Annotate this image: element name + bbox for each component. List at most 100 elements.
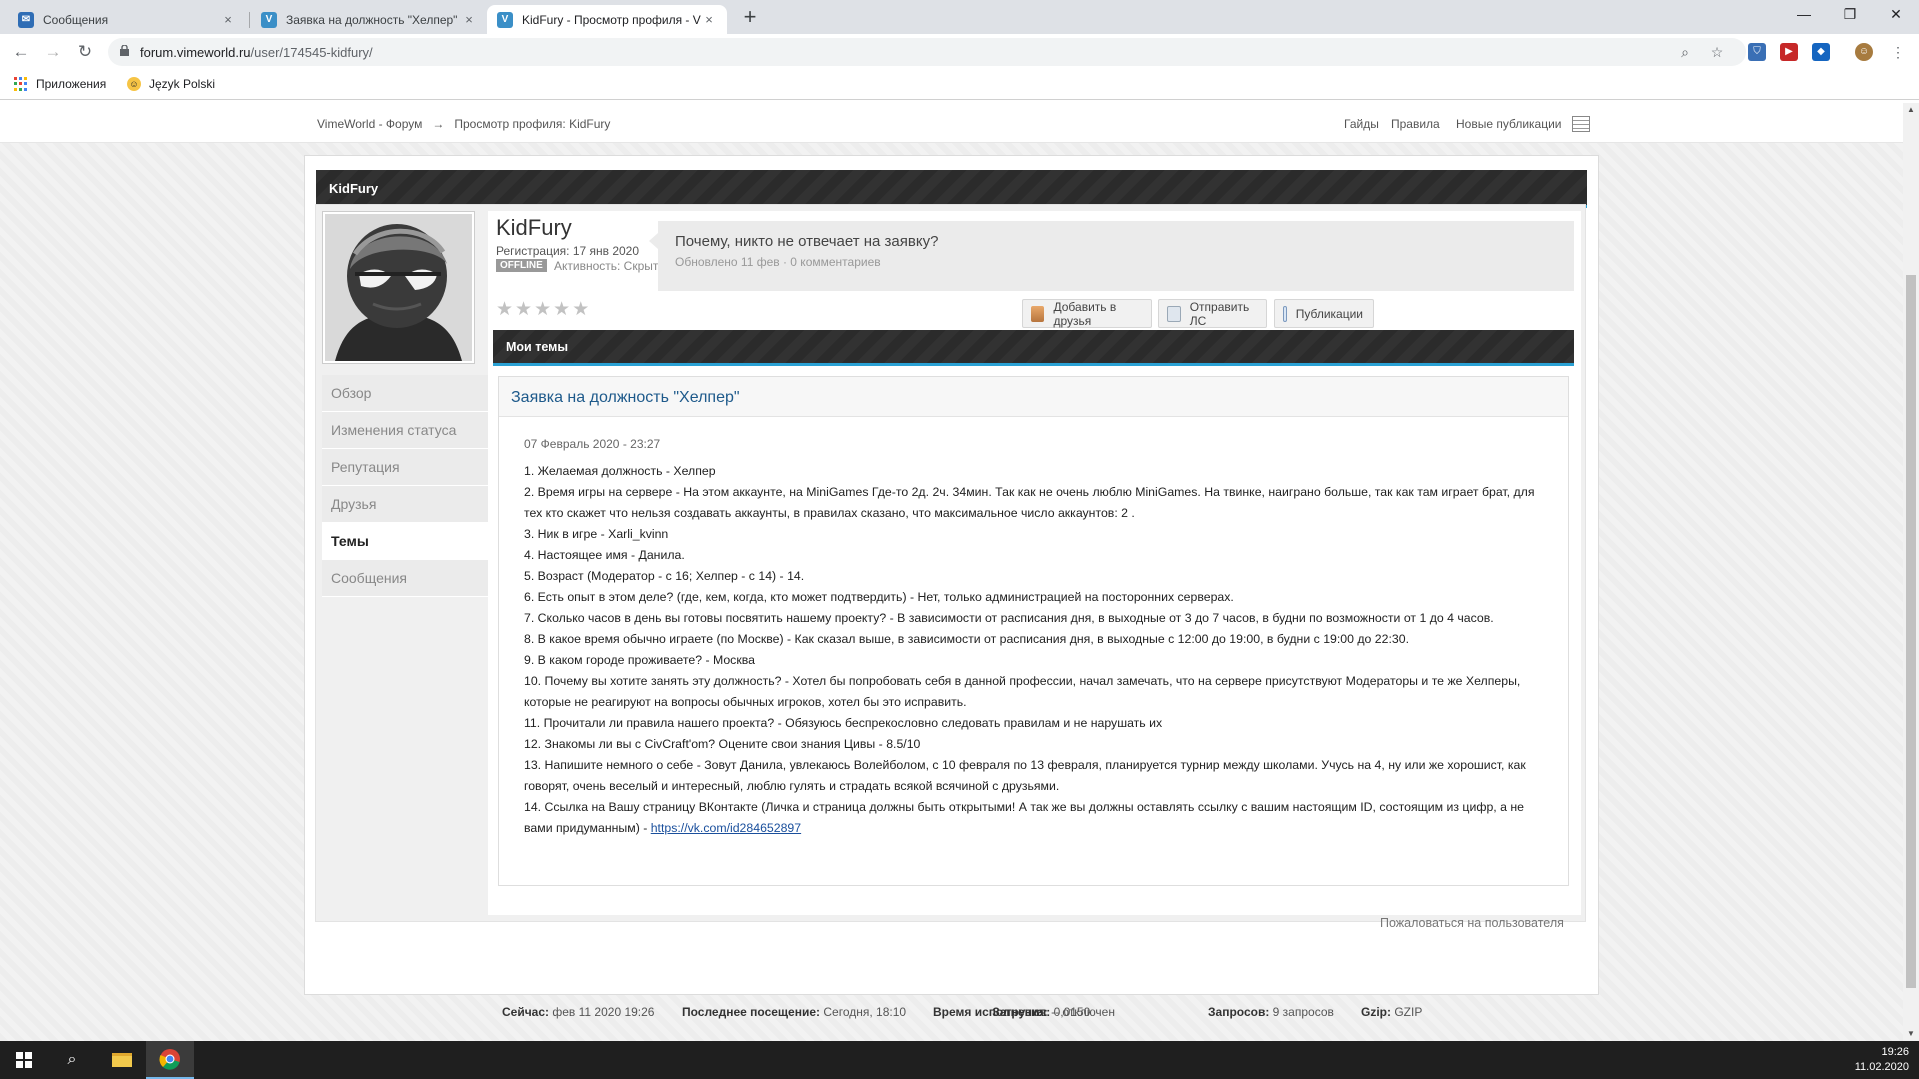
menu-dots-icon[interactable]: ⋮ <box>1886 40 1910 64</box>
post-line: 2. Время игры на сервере - На этом аккау… <box>524 485 1535 520</box>
bookmark-label: Język Polski <box>149 77 216 91</box>
post-line: 10. Почему вы хотите занять эту должност… <box>524 674 1521 709</box>
bookmark-polish[interactable]: ☺ Język Polski <box>127 77 215 91</box>
tab-strip: ✉ Сообщения × V Заявка на должность "Хел… <box>0 0 1919 34</box>
vk-profile-link[interactable]: https://vk.com/id284652897 <box>651 821 801 835</box>
post-line: 11. Прочитали ли правила нашего проекта?… <box>524 716 1163 730</box>
chat-icon: ✉ <box>18 11 34 28</box>
add-friend-button[interactable]: Добавить в друзья <box>1022 299 1152 328</box>
avatar <box>322 211 475 364</box>
tab-separator <box>249 12 250 28</box>
maximize-icon[interactable]: ❐ <box>1827 0 1873 30</box>
rating-stars[interactable]: ★ ★ ★ ★ ★ <box>496 300 589 319</box>
star-icon[interactable]: ★ <box>534 300 551 319</box>
profile-box: Обзор Изменения статуса Репутация Друзья… <box>315 204 1586 922</box>
star-icon[interactable]: ★ <box>515 300 532 319</box>
sidenav-item-reputation[interactable]: Репутация <box>322 449 488 486</box>
back-arrow-icon[interactable]: ← <box>9 40 33 64</box>
post-line: 13. Напишите немного о себе - Зовут Дани… <box>524 758 1526 793</box>
close-window-icon[interactable]: ✕ <box>1873 0 1919 30</box>
nav-link-guides[interactable]: Гайды <box>1344 117 1379 131</box>
close-icon[interactable]: × <box>701 12 717 27</box>
footer-load: Загрузка: -- отключен <box>925 1005 1115 1019</box>
post-title[interactable]: Заявка на должность "Хелпер" <box>511 389 740 407</box>
add-user-icon <box>1031 305 1045 322</box>
extension-icon[interactable]: ◆ <box>1812 43 1830 61</box>
address-bar[interactable]: forum.vimeworld.ru/user/174545-kidfury/ … <box>108 38 1746 66</box>
status-text[interactable]: Почему, никто не отвечает на заявку? <box>675 233 938 250</box>
system-clock[interactable]: 19:26 11.02.2020 <box>1855 1045 1909 1075</box>
post-line: 8. В какое время обычно играете (по Моск… <box>524 632 1409 646</box>
extension-icon[interactable]: ▶ <box>1780 43 1798 61</box>
post-title-bar: Заявка на должность "Хелпер" <box>499 377 1568 417</box>
report-user-link[interactable]: Пожаловаться на пользователя <box>1380 916 1564 930</box>
button-label: Публикации <box>1295 306 1363 321</box>
stat-value: GZIP <box>1394 1005 1423 1019</box>
stat-value: 9 запросов <box>1272 1005 1334 1019</box>
profile-header: KidFury <box>316 170 1587 208</box>
tab-application[interactable]: V Заявка на должность "Хелпер" × <box>251 5 487 34</box>
emoji-icon: ☺ <box>127 77 141 91</box>
new-tab-button[interactable]: + <box>737 5 763 31</box>
stat-value: -- отключен <box>1051 1005 1115 1019</box>
my-topics-header: Мои темы <box>493 330 1574 366</box>
scroll-down-icon[interactable]: ▼ <box>1903 1027 1919 1041</box>
button-label: Отправить ЛС <box>1189 299 1250 328</box>
view-menu-icon[interactable] <box>1572 116 1590 132</box>
stat-label: Загрузка: <box>992 1005 1048 1019</box>
lock-icon <box>120 45 129 56</box>
envelope-icon <box>1167 305 1181 322</box>
status-badge: OFFLINE <box>496 259 547 272</box>
apps-grid-icon <box>14 77 28 91</box>
publications-button[interactable]: Публикации <box>1274 299 1374 328</box>
search-icon[interactable]: ⌕ <box>48 1041 96 1079</box>
tab-profile[interactable]: V KidFury - Просмотр профиля - V × <box>487 5 727 34</box>
sidenav-item-posts[interactable]: Сообщения <box>322 560 488 597</box>
tab-title: Заявка на должность "Хелпер" <box>286 12 458 27</box>
scroll-up-icon[interactable]: ▲ <box>1903 103 1919 117</box>
tab-messages[interactable]: ✉ Сообщения × <box>8 5 246 34</box>
star-icon[interactable]: ★ <box>553 300 570 319</box>
forward-arrow-icon[interactable]: → <box>41 40 65 64</box>
close-icon[interactable]: × <box>461 12 477 27</box>
browser-toolbar: ← → ↻ forum.vimeworld.ru/user/174545-kid… <box>0 34 1919 70</box>
username: KidFury <box>496 215 572 240</box>
reload-icon[interactable]: ↻ <box>73 40 97 64</box>
star-icon[interactable]: ★ <box>496 300 513 319</box>
scroll-thumb[interactable] <box>1906 275 1916 988</box>
chrome-icon[interactable] <box>146 1041 194 1079</box>
sidenav-item-friends[interactable]: Друзья <box>322 486 488 523</box>
sidenav-item-overview[interactable]: Обзор <box>322 375 488 412</box>
windows-logo-icon <box>16 1052 32 1068</box>
star-icon[interactable]: ★ <box>572 300 589 319</box>
vimeworld-icon: V <box>261 11 277 28</box>
footer-last-visit: Последнее посещение: Сегодня, 18:10 <box>682 1005 906 1019</box>
minimize-icon[interactable]: — <box>1781 0 1827 30</box>
close-icon[interactable]: × <box>220 12 236 27</box>
file-explorer-icon[interactable] <box>98 1041 146 1079</box>
latest-status: Почему, никто не отвечает на заявку? Обн… <box>649 221 1574 291</box>
breadcrumb-current: Просмотр профиля: KidFury <box>454 117 611 131</box>
page-scrollbar[interactable]: ▲ ▼ <box>1903 103 1919 1041</box>
main-wrapper: KidFury Обзор Изменения статуса Репутаци… <box>304 155 1599 995</box>
bookmark-apps[interactable]: Приложения <box>14 77 106 91</box>
breadcrumb-home[interactable]: VimeWorld - Форум <box>317 117 422 131</box>
topic-post: Заявка на должность "Хелпер" 07 Февраль … <box>498 376 1569 886</box>
zoom-icon[interactable]: ⌕ <box>1676 43 1694 61</box>
clock-date: 11.02.2020 <box>1854 1061 1909 1073</box>
post-line: 3. Ник в игре - Xarli_kvinn <box>524 527 669 541</box>
bookmark-star-icon[interactable]: ☆ <box>1708 43 1726 61</box>
send-pm-button[interactable]: Отправить ЛС <box>1158 299 1267 328</box>
start-button[interactable] <box>0 1041 48 1079</box>
url-text: forum.vimeworld.ru/user/174545-kidfury/ <box>140 45 373 60</box>
sidenav-item-status-updates[interactable]: Изменения статуса <box>322 412 488 449</box>
profile-avatar-icon[interactable]: ☺ <box>1855 43 1873 61</box>
footer-now: Сейчас: фев 11 2020 19:26 <box>502 1005 654 1019</box>
post-line-last: 14. Ссылка на Вашу страницу ВКонтакте (Л… <box>524 797 1544 839</box>
extension-icon[interactable]: ⛉ <box>1748 43 1766 61</box>
profile-sidenav: Обзор Изменения статуса Репутация Друзья… <box>322 375 488 597</box>
nav-link-new-posts[interactable]: Новые публикации <box>1456 117 1562 131</box>
nav-link-rules[interactable]: Правила <box>1391 117 1440 131</box>
sidenav-item-topics[interactable]: Темы <box>322 523 488 560</box>
url-path: /user/174545-kidfury/ <box>250 45 373 60</box>
